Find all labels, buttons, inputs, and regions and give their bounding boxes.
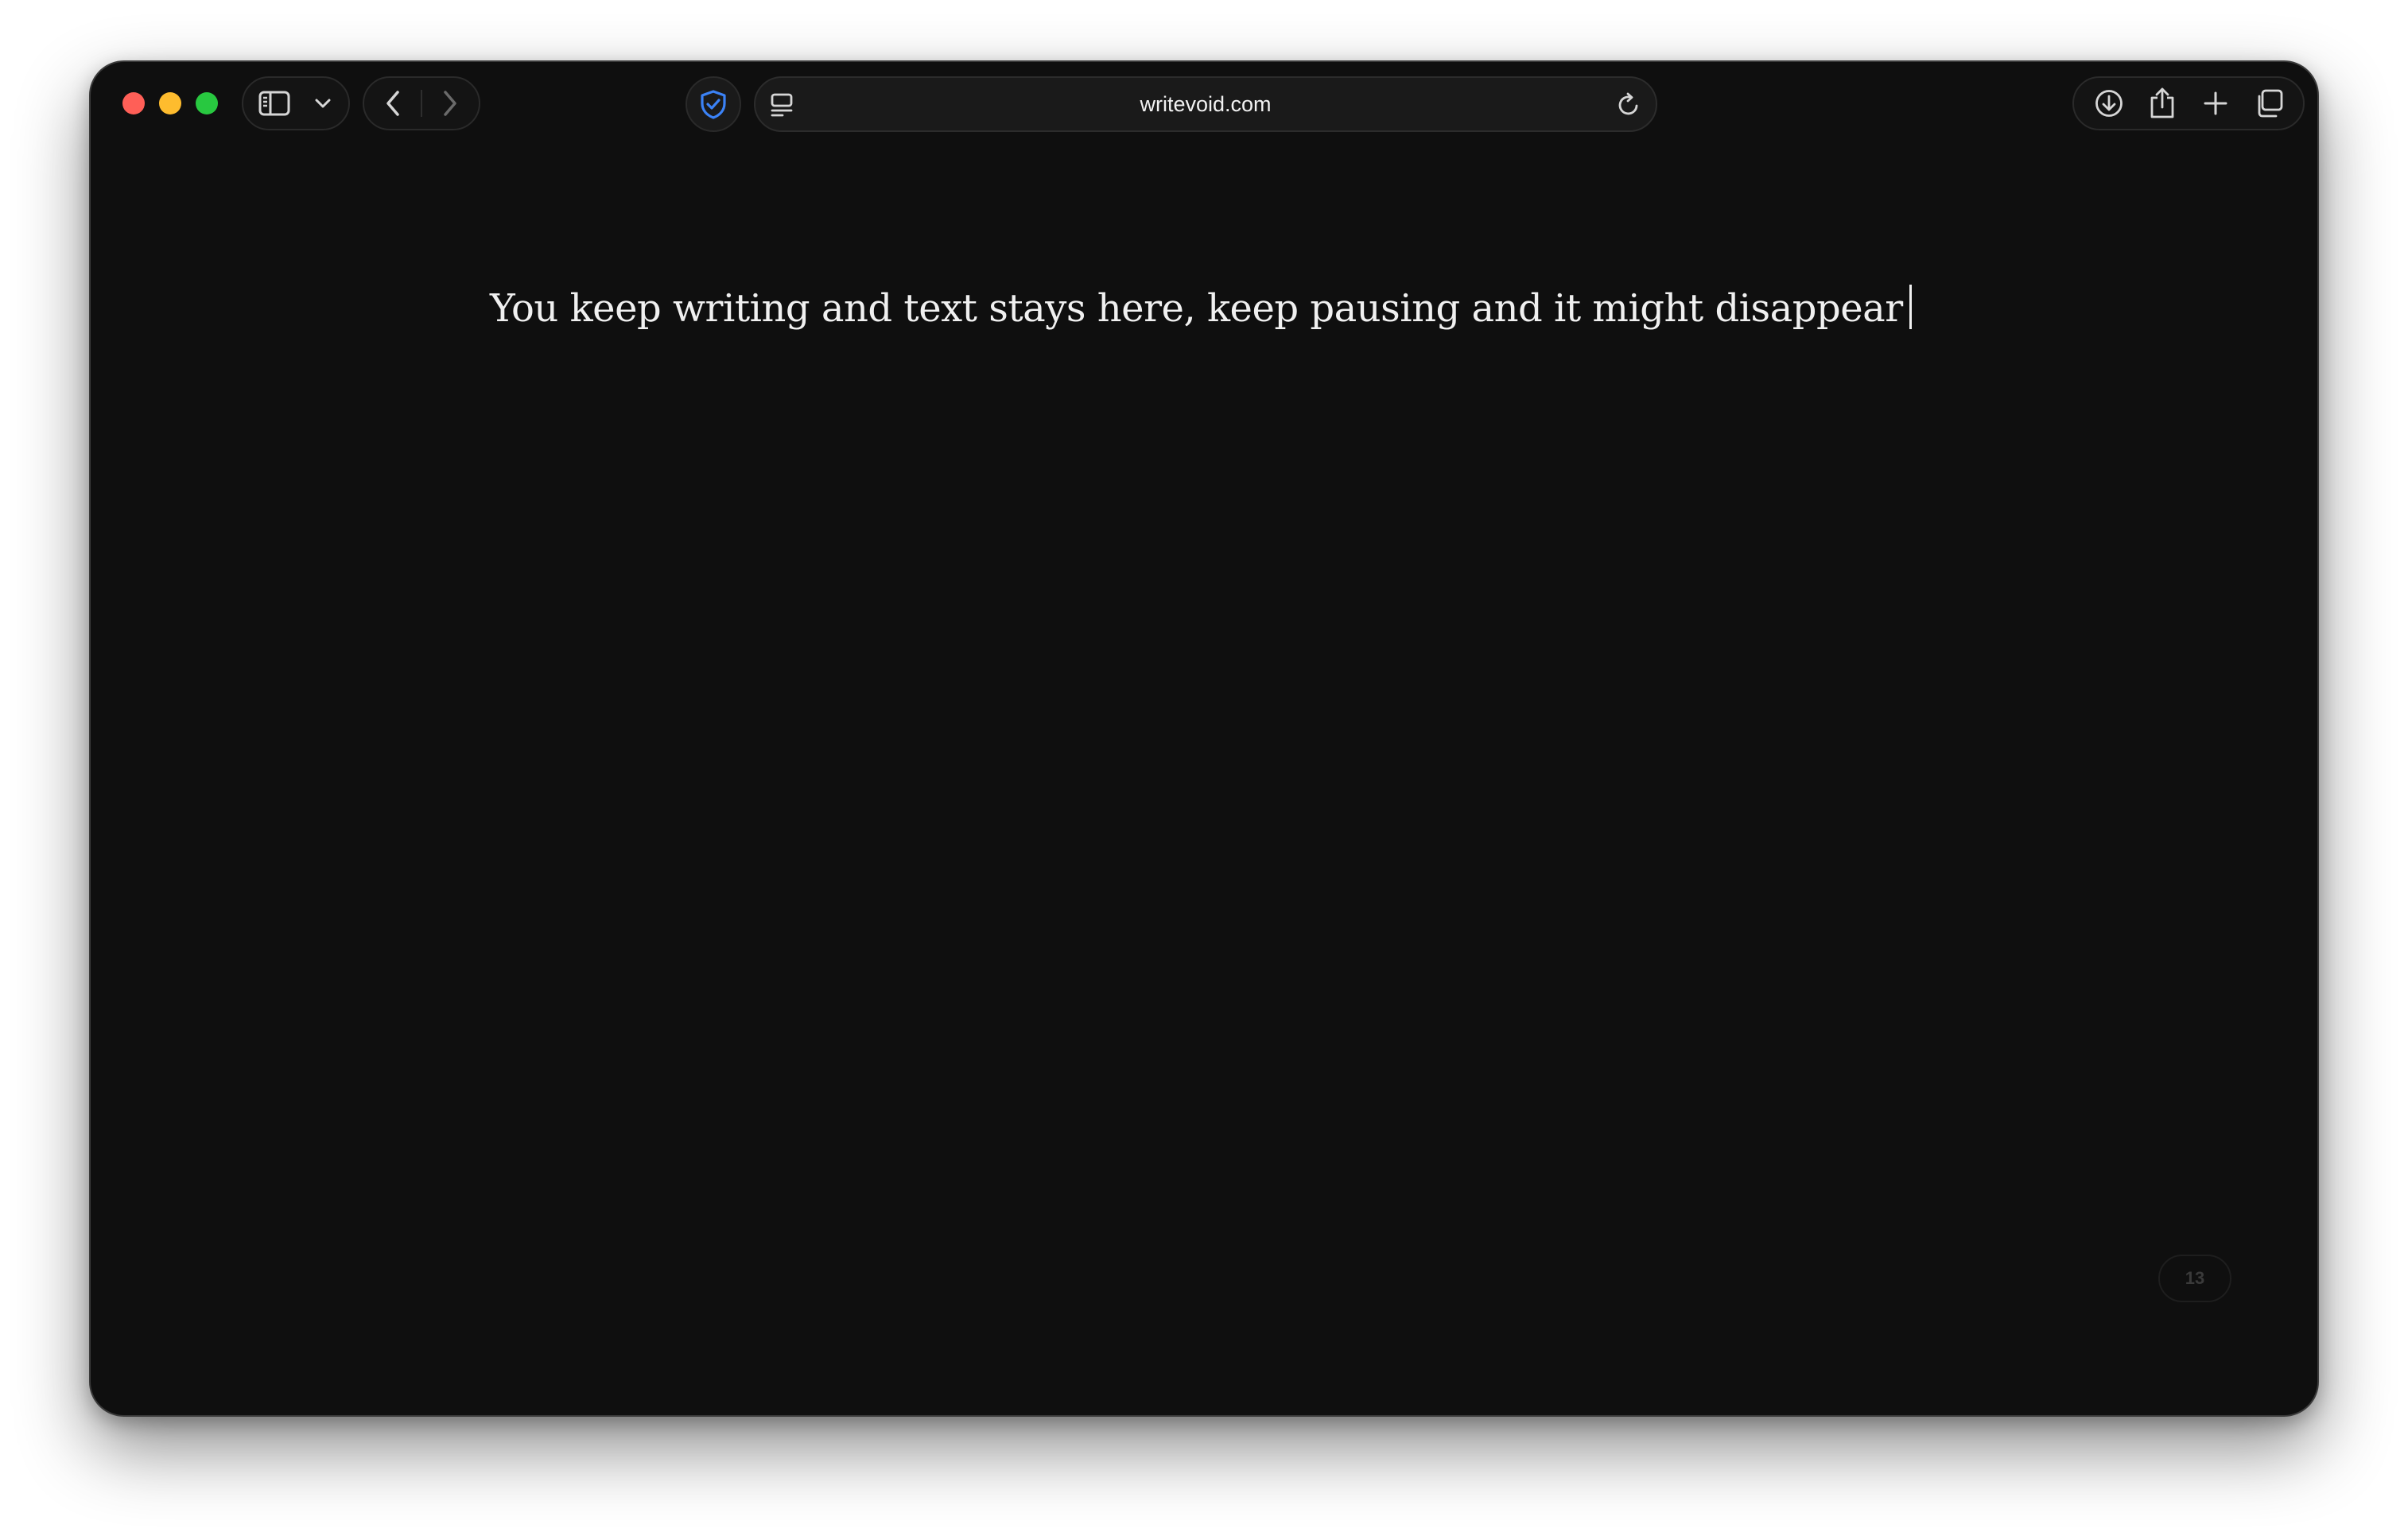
chevron-left-icon [386, 91, 399, 116]
downloads-button[interactable] [2084, 78, 2134, 129]
forward-button[interactable] [422, 78, 479, 129]
tab-group-menu-button[interactable] [305, 78, 340, 129]
browser-toolbar: writevoid.com [91, 62, 2317, 145]
tab-overview-button[interactable] [2243, 78, 2294, 129]
word-counter: 13 [2158, 1255, 2231, 1302]
navigation-controls [363, 76, 480, 130]
share-button[interactable] [2137, 78, 2188, 129]
new-tab-button[interactable] [2190, 78, 2241, 129]
reload-button[interactable] [1616, 91, 1641, 122]
chevron-right-icon [444, 91, 457, 116]
writing-area[interactable]: You keep writing and text stays here, ke… [490, 285, 1912, 331]
close-window-button[interactable] [122, 92, 145, 114]
editor-text: You keep writing and text stays here, ke… [490, 286, 1903, 331]
sidebar-icon [258, 91, 290, 116]
toolbar-actions [2072, 76, 2305, 130]
url-text: writevoid.com [1140, 91, 1272, 116]
tabs-overview-icon [2258, 89, 2282, 118]
plus-icon [2204, 91, 2227, 115]
privacy-report-button[interactable] [686, 76, 741, 132]
reload-icon [1618, 92, 1638, 115]
text-caret [1909, 285, 1912, 329]
minimize-window-button[interactable] [159, 92, 181, 114]
shield-icon [701, 90, 726, 119]
share-icon [2150, 87, 2173, 118]
back-button[interactable] [364, 78, 421, 129]
download-icon [2095, 90, 2123, 117]
browser-window: writevoid.com You keep writing and text … [89, 60, 2319, 1417]
sidebar-controls [242, 76, 350, 130]
address-bar[interactable]: writevoid.com [754, 76, 1657, 132]
maximize-window-button[interactable] [196, 92, 218, 114]
chevron-down-icon [315, 99, 331, 108]
sidebar-toggle-button[interactable] [243, 78, 305, 129]
